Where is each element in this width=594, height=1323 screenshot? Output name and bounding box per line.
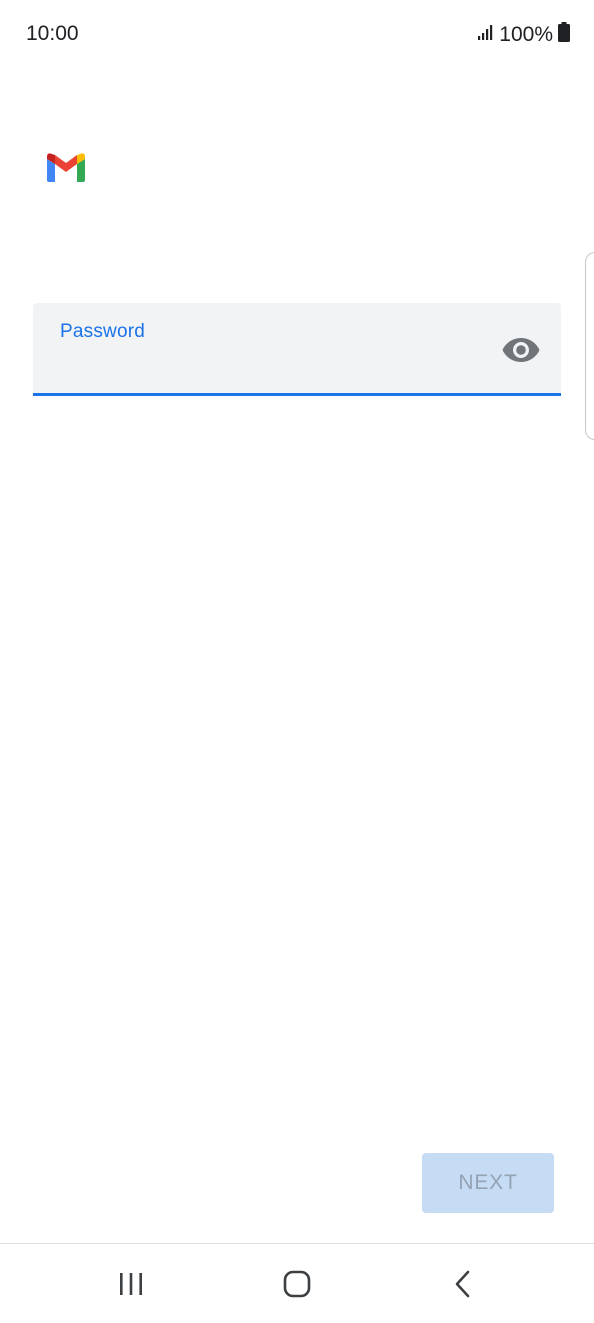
eye-icon[interactable] <box>500 331 542 369</box>
gmail-logo-icon <box>47 153 85 182</box>
recent-apps-icon[interactable] <box>109 1266 153 1302</box>
status-time: 10:00 <box>26 22 79 45</box>
signal-icon <box>478 23 494 47</box>
battery-percent: 100% <box>499 23 553 46</box>
status-indicators: 100% <box>478 22 570 48</box>
back-icon[interactable] <box>441 1266 485 1302</box>
password-label: Password <box>60 321 146 342</box>
status-bar: 10:00 100% <box>0 0 594 72</box>
password-input[interactable] <box>60 349 504 381</box>
system-nav-bar <box>0 1243 594 1323</box>
password-field[interactable]: Password <box>33 303 561 396</box>
battery-icon <box>558 22 570 48</box>
home-icon[interactable] <box>275 1266 319 1302</box>
next-button[interactable]: NEXT <box>422 1153 554 1213</box>
edge-panel-handle[interactable] <box>585 252 594 440</box>
